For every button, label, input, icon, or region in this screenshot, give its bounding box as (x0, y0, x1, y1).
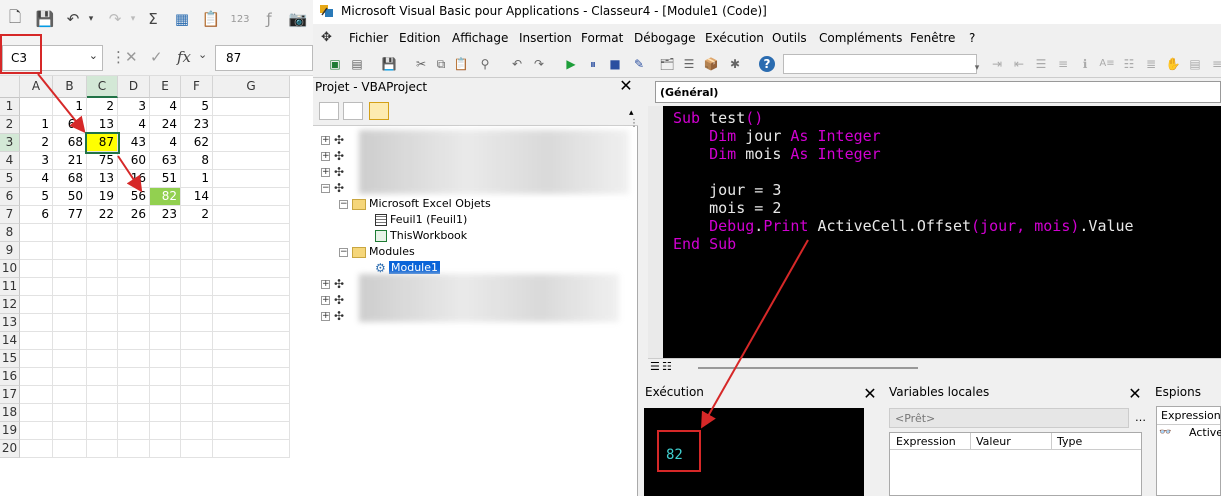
annotation-arrows (37, 73, 809, 429)
arrow-c3-to-e6 (117, 155, 143, 193)
arrow-namebox-to-c3 (37, 73, 86, 134)
arrow-code-to-output (701, 239, 809, 429)
active-cell[interactable]: 87 (85, 132, 120, 154)
screenshot-root: 🗋 💾 ↶ ▾ ↷ ▾ Σ ▦ 📋 123 ƒ 📷 C3 ⌄ ⋮ ✕ ✓ fx ⌄… (0, 0, 1221, 496)
